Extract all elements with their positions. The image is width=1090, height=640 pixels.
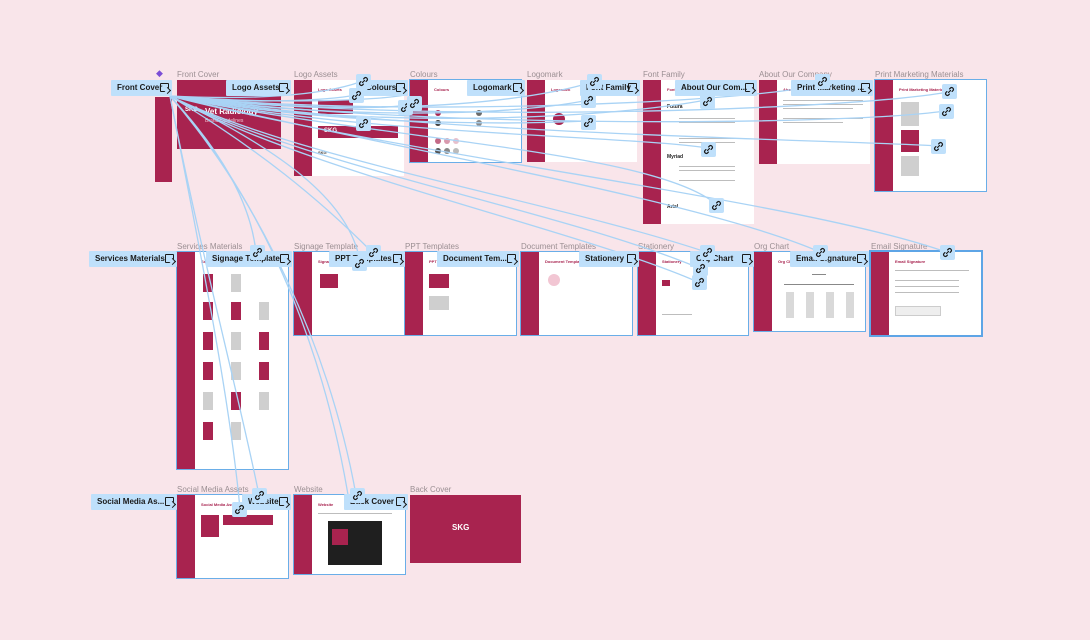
link-icon[interactable] — [587, 74, 602, 89]
frame-title-social-media-assets[interactable]: Social Media Assets — [177, 485, 249, 495]
frame-icon — [745, 83, 754, 92]
frame-title-email-signature[interactable]: Email Signature — [871, 242, 927, 252]
link-icon[interactable] — [356, 116, 371, 131]
frame-title-website[interactable]: Website — [294, 485, 323, 495]
link-icon[interactable] — [250, 245, 265, 260]
link-icon[interactable] — [700, 94, 715, 109]
print-marketing-heading: Print Marketing Materials — [899, 87, 947, 92]
frame-icon — [280, 254, 289, 263]
colours-heading: Colours — [434, 87, 450, 92]
frame-icon — [279, 83, 288, 92]
frame-title-print-marketing[interactable]: Print Marketing Materials — [875, 70, 963, 80]
frame-print-marketing[interactable]: Print Marketing Materials — [874, 79, 987, 192]
logomark-heading: Logomark — [551, 87, 571, 92]
frame-title-front-cover[interactable]: Front Cover — [177, 70, 219, 80]
link-icon[interactable] — [931, 139, 946, 154]
frame-icon — [627, 254, 636, 263]
link-icon[interactable] — [692, 275, 707, 290]
frame-icon — [393, 254, 402, 263]
front-cover-subtitle: Brand Guidelines — [205, 118, 244, 124]
link-icon[interactable] — [350, 488, 365, 503]
link-icon[interactable] — [700, 245, 715, 260]
link-icon[interactable] — [581, 93, 596, 108]
link-icon[interactable] — [352, 256, 367, 271]
link-icon[interactable] — [709, 198, 724, 213]
frame-title-logomark[interactable]: Logomark — [527, 70, 563, 80]
link-icon[interactable] — [349, 88, 364, 103]
frame-title-org-chart[interactable]: Org Chart — [754, 242, 789, 252]
link-icon[interactable] — [366, 245, 381, 260]
frame-title-colours[interactable]: Colours — [410, 70, 438, 80]
frame-icon — [861, 83, 870, 92]
link-icon[interactable] — [407, 96, 422, 111]
frame-icon — [513, 83, 522, 92]
link-icon[interactable] — [815, 74, 830, 89]
frame-icon — [165, 497, 174, 506]
proto-label-logomark[interactable]: Logomark — [467, 80, 525, 96]
frame-icon — [279, 497, 288, 506]
email-signature-heading: Email Signature — [895, 259, 926, 264]
front-cover-spine — [155, 97, 172, 182]
frame-icon — [396, 497, 405, 506]
link-icon[interactable] — [356, 74, 371, 89]
flow-start-icon[interactable]: ◆ — [156, 69, 165, 78]
logo-assets-heading: Logo Assets — [318, 87, 342, 92]
link-icon[interactable] — [232, 502, 247, 517]
front-cover-logo: SKG — [185, 107, 199, 113]
frame-title-logo-assets[interactable]: Logo Assets — [294, 70, 338, 80]
frame-icon — [742, 254, 751, 263]
link-icon[interactable] — [942, 84, 957, 99]
link-icon[interactable] — [813, 245, 828, 260]
website-heading: Website — [318, 502, 334, 507]
proto-label-social-media-assets[interactable]: Social Media As... — [91, 494, 177, 510]
link-icon[interactable] — [252, 488, 267, 503]
proto-label-services-materials[interactable]: Services Materials — [89, 251, 177, 267]
frame-icon — [628, 83, 637, 92]
frame-font-family[interactable]: Font Family Futura Myriad Arial — [643, 80, 754, 224]
link-icon[interactable] — [940, 245, 955, 260]
prototype-canvas[interactable]: ◆ Front Cover Vet Radiology Brand Guidel… — [0, 0, 1090, 640]
frame-title-font-family[interactable]: Font Family — [643, 70, 685, 80]
link-icon[interactable] — [581, 115, 596, 130]
frame-email-signature[interactable]: Email Signature — [869, 250, 983, 337]
front-cover-title: Vet Radiology — [205, 107, 258, 116]
proto-label-logo-assets[interactable]: Logo Assets — [226, 80, 291, 96]
frame-icon — [165, 254, 174, 263]
frame-title-stationery[interactable]: Stationery — [638, 242, 674, 252]
frame-icon — [857, 254, 866, 263]
stationery-heading: Stationery — [662, 259, 682, 264]
back-cover-logo: SKG — [452, 523, 470, 532]
proto-label-about-our-company[interactable]: About Our Com... — [675, 80, 757, 96]
logo-assets-logo: SKG — [324, 128, 338, 134]
proto-label-signage-template[interactable]: Signage Template — [206, 251, 292, 267]
proto-label-front-cover[interactable]: Front Cover — [111, 80, 172, 96]
frame-icon — [160, 83, 169, 92]
frame-icon — [396, 83, 405, 92]
link-icon[interactable] — [693, 261, 708, 276]
proto-label-email-signature[interactable]: Email Signature — [790, 251, 869, 267]
frame-icon — [507, 254, 516, 263]
proto-label-document-templates[interactable]: Document Tem... — [437, 251, 519, 267]
link-icon[interactable] — [701, 142, 716, 157]
frame-back-cover[interactable]: SKG — [410, 495, 521, 563]
frame-services-materials[interactable]: Services Materials — [176, 251, 289, 470]
link-icon[interactable] — [939, 104, 954, 119]
frame-title-back-cover[interactable]: Back Cover — [410, 485, 451, 495]
proto-label-stationery[interactable]: Stationery — [579, 251, 639, 267]
proto-label-print-marketing[interactable]: Print Marketing ... — [791, 80, 873, 96]
